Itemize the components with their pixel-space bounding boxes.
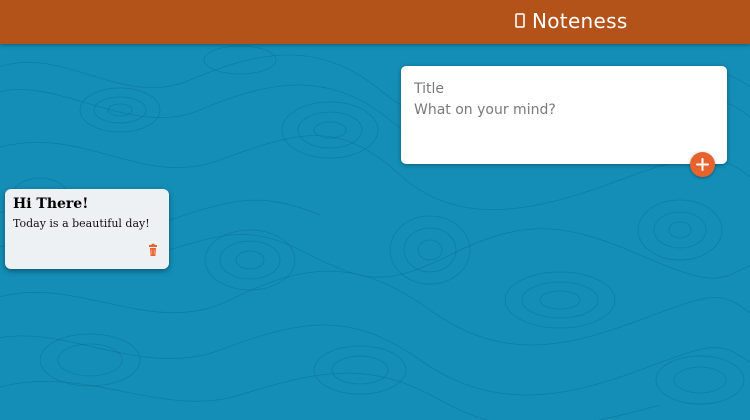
note-content-input[interactable] <box>414 100 714 152</box>
brand: Noteness <box>514 9 628 33</box>
app-header: Noteness <box>0 0 750 44</box>
note-title: Hi There! <box>13 196 89 212</box>
add-note-button[interactable] <box>690 152 715 177</box>
plus-icon <box>696 158 709 171</box>
note-card: Hi There! Today is a beautiful day! <box>5 189 169 269</box>
create-note-form <box>401 66 727 164</box>
app-name: Noteness <box>532 9 628 33</box>
note-title-input[interactable] <box>414 79 714 99</box>
note-icon <box>514 11 528 31</box>
delete-note-button[interactable] <box>146 243 160 257</box>
trash-icon <box>149 243 157 256</box>
note-content: Today is a beautiful day! <box>13 217 150 230</box>
